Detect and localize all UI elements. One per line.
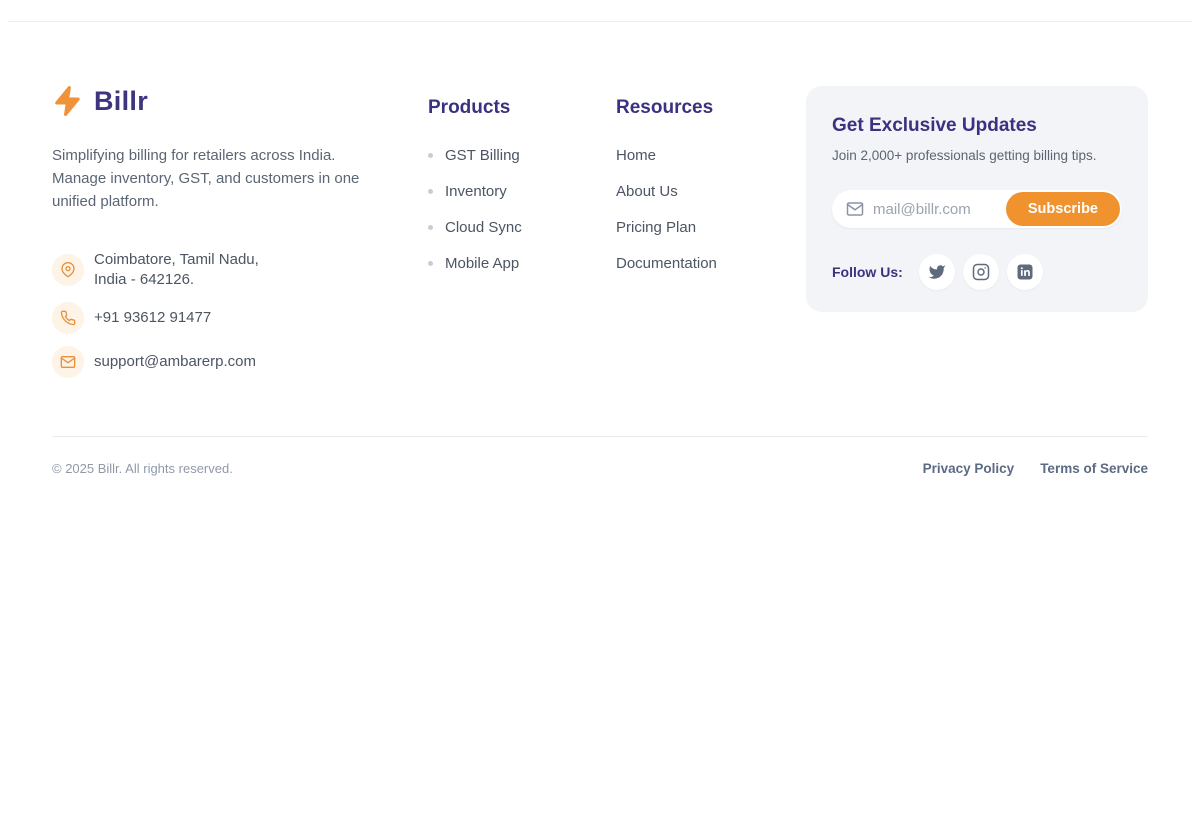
bullet-icon (428, 153, 433, 158)
bullet-icon (428, 189, 433, 194)
bottom-bar: © 2025 Billr. All rights reserved. Priva… (52, 461, 1148, 476)
privacy-policy-link[interactable]: Privacy Policy (923, 461, 1015, 476)
link-gst-billing[interactable]: GST Billing (445, 147, 520, 164)
phone-text: +91 93612 91477 (94, 308, 211, 328)
list-item: Inventory (428, 181, 616, 201)
newsletter-card: Get Exclusive Updates Join 2,000+ profes… (806, 86, 1148, 312)
resources-title: Resources (616, 97, 805, 119)
products-column: Products GST Billing Inventory Cloud Syn… (428, 85, 616, 289)
products-title: Products (428, 97, 616, 119)
email-text: support@ambarerp.com (94, 352, 256, 372)
list-item: About Us (616, 181, 805, 201)
follow-us-label: Follow Us: (832, 264, 903, 280)
email-input[interactable] (873, 201, 1006, 218)
brand-logo: Billr (52, 85, 408, 117)
terms-of-service-link[interactable]: Terms of Service (1040, 461, 1148, 476)
list-item: Cloud Sync (428, 217, 616, 237)
link-cloud-sync[interactable]: Cloud Sync (445, 219, 522, 236)
brand-name: Billr (94, 86, 148, 117)
top-divider (8, 21, 1192, 22)
bullet-icon (428, 261, 433, 266)
link-about-us[interactable]: About Us (616, 183, 678, 200)
resources-column: Resources Home About Us Pricing Plan Doc… (616, 85, 805, 289)
map-pin-icon (52, 254, 84, 286)
follow-row: Follow Us: (832, 254, 1122, 290)
list-item: Home (616, 145, 805, 165)
linkedin-button[interactable] (1007, 254, 1043, 290)
newsletter-title: Get Exclusive Updates (832, 114, 1122, 138)
mail-icon (52, 346, 84, 378)
subscribe-button[interactable]: Subscribe (1006, 192, 1120, 226)
instagram-button[interactable] (963, 254, 999, 290)
mail-input-icon (846, 200, 864, 218)
link-inventory[interactable]: Inventory (445, 183, 507, 200)
resources-list: Home About Us Pricing Plan Documentation (616, 145, 805, 273)
address-text: Coimbatore, Tamil Nadu, India - 642126. (94, 250, 259, 290)
copyright-text: © 2025 Billr. All rights reserved. (52, 461, 233, 476)
list-item: Documentation (616, 253, 805, 273)
link-mobile-app[interactable]: Mobile App (445, 255, 519, 272)
linkedin-icon (1016, 263, 1034, 281)
contact-address: Coimbatore, Tamil Nadu, India - 642126. (52, 250, 408, 290)
twitter-button[interactable] (919, 254, 955, 290)
lightning-bolt-icon (52, 85, 84, 117)
list-item: GST Billing (428, 145, 616, 165)
subscribe-box: Subscribe (832, 190, 1122, 228)
instagram-icon (972, 263, 990, 281)
contact-phone: +91 93612 91477 (52, 302, 408, 334)
footer: Billr Simplifying billing for retailers … (52, 85, 1148, 390)
link-pricing-plan[interactable]: Pricing Plan (616, 219, 696, 236)
brand-description: Simplifying billing for retailers across… (52, 144, 382, 213)
bottom-links: Privacy Policy Terms of Service (897, 461, 1148, 476)
bullet-icon (428, 225, 433, 230)
products-list: GST Billing Inventory Cloud Sync Mobile … (428, 145, 616, 273)
contact-email: support@ambarerp.com (52, 346, 408, 378)
brand-column: Billr Simplifying billing for retailers … (52, 85, 408, 390)
list-item: Pricing Plan (616, 217, 805, 237)
contact-list: Coimbatore, Tamil Nadu, India - 642126. … (52, 250, 408, 378)
list-item: Mobile App (428, 253, 616, 273)
bottom-divider (52, 436, 1148, 437)
link-home[interactable]: Home (616, 147, 656, 164)
twitter-icon (928, 263, 946, 281)
newsletter-subtitle: Join 2,000+ professionals getting billin… (832, 148, 1122, 163)
phone-icon (52, 302, 84, 334)
link-documentation[interactable]: Documentation (616, 255, 717, 272)
